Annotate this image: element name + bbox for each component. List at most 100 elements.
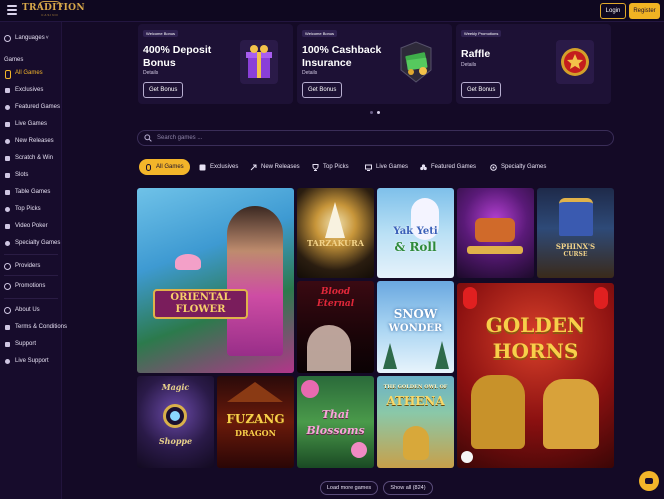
all-games-icon [4, 69, 11, 79]
game-tile[interactable]: SPHINX'S CURSE [537, 188, 614, 278]
game-tile[interactable]: Magic Shoppe [137, 376, 214, 468]
exclusives-icon [4, 87, 11, 94]
game-title: Thai [321, 408, 350, 421]
sidebar-item-all-games[interactable]: All Games [4, 67, 43, 79]
game-tile[interactable]: TARZAKURA [297, 188, 374, 278]
exclusives-icon [199, 164, 206, 171]
sidebar-item-slots[interactable]: Slots [4, 169, 28, 181]
sidebar-item-new-releases[interactable]: New Releases [4, 135, 54, 147]
languages-selector[interactable]: Languages ˅ [4, 32, 49, 44]
game-title: HORNS [492, 339, 579, 363]
game-tile[interactable] [457, 188, 534, 278]
promo-card[interactable]: Weekly Promotions Raffle Details Get Bon… [456, 24, 611, 104]
sidebar-item-providers[interactable]: Providers [4, 260, 40, 272]
get-bonus-button[interactable]: Get Bonus [302, 82, 343, 98]
sidebar-item-exclusives[interactable]: Exclusives [4, 84, 43, 96]
video-poker-icon [4, 223, 11, 230]
promo-details-link[interactable]: Details [302, 70, 317, 76]
flower-artwork [301, 380, 319, 398]
featured-games-icon [420, 163, 427, 171]
game-tile[interactable]: Blood Eternal [297, 281, 374, 373]
promo-tag: Welcome Bonus [143, 30, 179, 37]
sidebar-item-label: Top Picks [15, 206, 41, 212]
game-tile[interactable]: THE GOLDEN OWL OF ATHENA [377, 376, 454, 468]
sidebar-item-label: Live Support [15, 358, 49, 364]
tab-all-games[interactable]: All Games [139, 159, 190, 175]
sidebar-item-label: Slots [15, 172, 29, 178]
game-title: SPHINX'S [555, 242, 596, 251]
game-title: THE GOLDEN OWL OF [383, 384, 448, 390]
sidebar-item-specialty-games[interactable]: Specialty Games [4, 237, 60, 249]
game-tile[interactable]: SNOW WONDER [377, 281, 454, 373]
promo-tag: Welcome Bonus [302, 30, 338, 37]
game-artwork [307, 325, 351, 371]
sidebar-item-label: Video Poker [15, 223, 48, 229]
chevron-down-icon: ˅ [45, 35, 49, 41]
temple-artwork [227, 382, 283, 402]
get-bonus-button[interactable]: Get Bonus [461, 82, 502, 98]
game-tile[interactable]: FUZANG DRAGON [217, 376, 294, 468]
sidebar-item-support[interactable]: Support [4, 338, 36, 350]
game-title: GOLDEN [485, 313, 586, 337]
promo-title: 100% Cashback Insurance [302, 44, 382, 69]
sidebar-divider [4, 275, 58, 276]
login-button[interactable]: Login [600, 3, 626, 19]
sidebar-item-featured-games[interactable]: Featured Games [4, 101, 60, 113]
sidebar-item-label: Table Games [15, 189, 51, 195]
game-tile[interactable]: GOLDEN HORNS [457, 283, 614, 468]
sidebar-item-table-games[interactable]: Table Games [4, 186, 50, 198]
live-chat-icon[interactable] [639, 471, 659, 491]
specialty-games-icon [490, 163, 497, 171]
promo-card[interactable]: Welcome Bonus 100% Cashback Insurance De… [297, 24, 452, 104]
game-title-plate [467, 246, 523, 254]
show-all-games-button[interactable]: Show all (824) [383, 481, 433, 495]
promo-details-link[interactable]: Details [461, 62, 476, 68]
search-input[interactable]: Search games ... [157, 135, 202, 141]
game-title: Blood [320, 287, 351, 297]
tab-exclusives[interactable]: Exclusives [199, 159, 238, 175]
register-button[interactable]: Register [629, 3, 660, 19]
get-bonus-button[interactable]: Get Bonus [143, 82, 184, 98]
game-tile[interactable]: ORIENTAL FLOWER [137, 188, 294, 373]
game-tile[interactable]: Thai Blossoms [297, 376, 374, 468]
promo-card[interactable]: Welcome Bonus 400% Deposit Bonus Details… [138, 24, 293, 104]
tab-specialty-games[interactable]: Specialty Games [490, 159, 546, 175]
sidebar-item-label: Specialty Games [15, 240, 61, 246]
tradition-logo[interactable]: TRADITION CASINO [22, 1, 85, 18]
tab-new-releases[interactable]: New Releases [250, 159, 300, 175]
sidebar-item-top-picks[interactable]: Top Picks [4, 203, 41, 215]
game-title: ORIENTAL [170, 292, 231, 303]
sidebar-item-label: About Us [15, 307, 40, 313]
sidebar-item-label: Live Games [15, 121, 48, 127]
sidebar-item-promotions[interactable]: Promotions [4, 280, 45, 292]
tab-top-picks[interactable]: Top Picks [312, 159, 349, 175]
game-title: TARZAKURA [307, 238, 364, 248]
search-bar[interactable]: Search games ... [137, 130, 614, 146]
carousel-dot[interactable] [370, 111, 373, 114]
new-releases-icon [4, 138, 11, 145]
game-title: FLOWER [175, 304, 226, 315]
cash-stack-icon [400, 41, 432, 83]
tab-live-games[interactable]: Live Games [365, 159, 408, 175]
tab-featured-games[interactable]: Featured Games [420, 159, 476, 175]
game-title: ATHENA [386, 394, 445, 408]
sidebar-item-label: New Releases [15, 138, 54, 144]
sidebar-item-about-us[interactable]: About Us [4, 304, 40, 316]
sidebar-item-live-support[interactable]: Live Support [4, 355, 49, 367]
hamburger-menu-icon[interactable] [7, 5, 17, 15]
game-tile[interactable]: Yak Yeti & Roll [377, 188, 454, 278]
sidebar-item-scratch-win[interactable]: Scratch & Win [4, 152, 53, 164]
carousel-dot-active[interactable] [377, 111, 380, 114]
promo-details-link[interactable]: Details [143, 70, 158, 76]
sidebar-item-video-poker[interactable]: Video Poker [4, 220, 48, 232]
promo-tag: Weekly Promotions [461, 30, 502, 37]
game-title: & Roll [394, 240, 437, 254]
load-more-games-button[interactable]: Load more games [320, 481, 378, 495]
flower-artwork [351, 442, 367, 458]
sidebar-item-live-games[interactable]: Live Games [4, 118, 47, 130]
game-artwork [475, 218, 515, 242]
sidebar-item-terms[interactable]: Terms & Conditions [4, 321, 67, 333]
game-title: Eternal [316, 299, 355, 309]
tab-label: Specialty Games [501, 164, 547, 170]
game-title: SNOW [393, 307, 438, 321]
